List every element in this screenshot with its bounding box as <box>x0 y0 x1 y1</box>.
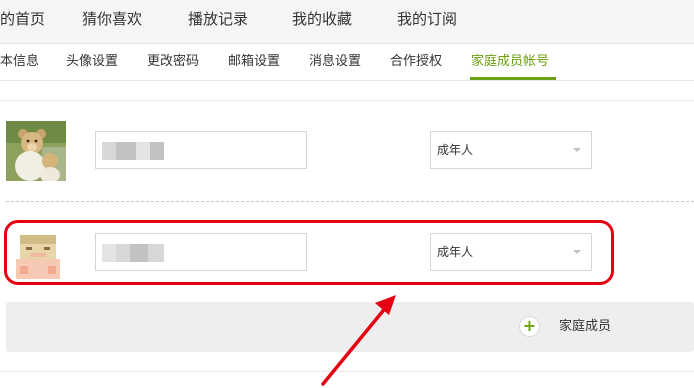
add-family-member-button[interactable]: + 家庭成员 <box>6 302 694 352</box>
nav-item-subscriptions[interactable]: 我的订阅 <box>397 0 457 44</box>
tab-change-password[interactable]: 更改密码 <box>147 44 199 81</box>
divider <box>0 371 694 372</box>
teddy-bear-avatar-icon[interactable] <box>6 121 66 181</box>
nav-item-favorites[interactable]: 我的收藏 <box>292 0 352 44</box>
member-name-field[interactable] <box>95 131 307 169</box>
name-blur <box>136 142 150 160</box>
name-blur <box>102 142 116 160</box>
active-tab-indicator <box>470 77 556 80</box>
nav-item-recommend[interactable]: 猜你喜欢 <box>82 0 142 44</box>
member-row: 成年人 <box>0 116 694 186</box>
tab-family-accounts[interactable]: 家庭成员帐号 <box>471 44 549 81</box>
member-role-select[interactable]: 成年人 <box>430 131 592 169</box>
nav-item-home[interactable]: 的首页 <box>0 0 45 44</box>
chevron-down-icon <box>573 148 581 152</box>
tab-authorization[interactable]: 合作授权 <box>390 44 442 81</box>
top-nav: 的首页 猜你喜欢 播放记录 我的收藏 我的订阅 <box>0 0 694 44</box>
tab-email-settings[interactable]: 邮箱设置 <box>228 44 280 81</box>
divider <box>0 100 694 101</box>
highlight-box <box>4 220 614 285</box>
plus-icon: + <box>519 316 540 337</box>
tab-message-settings[interactable]: 消息设置 <box>309 44 361 81</box>
tab-avatar-settings[interactable]: 头像设置 <box>66 44 118 81</box>
member-role-value: 成年人 <box>437 143 474 157</box>
name-blur <box>150 142 164 160</box>
name-blur <box>116 142 136 160</box>
row-divider <box>6 201 694 202</box>
add-family-member-label: 家庭成员 <box>559 319 612 334</box>
tab-basic-info[interactable]: 本信息 <box>0 44 39 81</box>
nav-item-history[interactable]: 播放记录 <box>188 0 248 44</box>
settings-tabs: 本信息 头像设置 更改密码 邮箱设置 消息设置 合作授权 家庭成员帐号 <box>0 44 694 81</box>
